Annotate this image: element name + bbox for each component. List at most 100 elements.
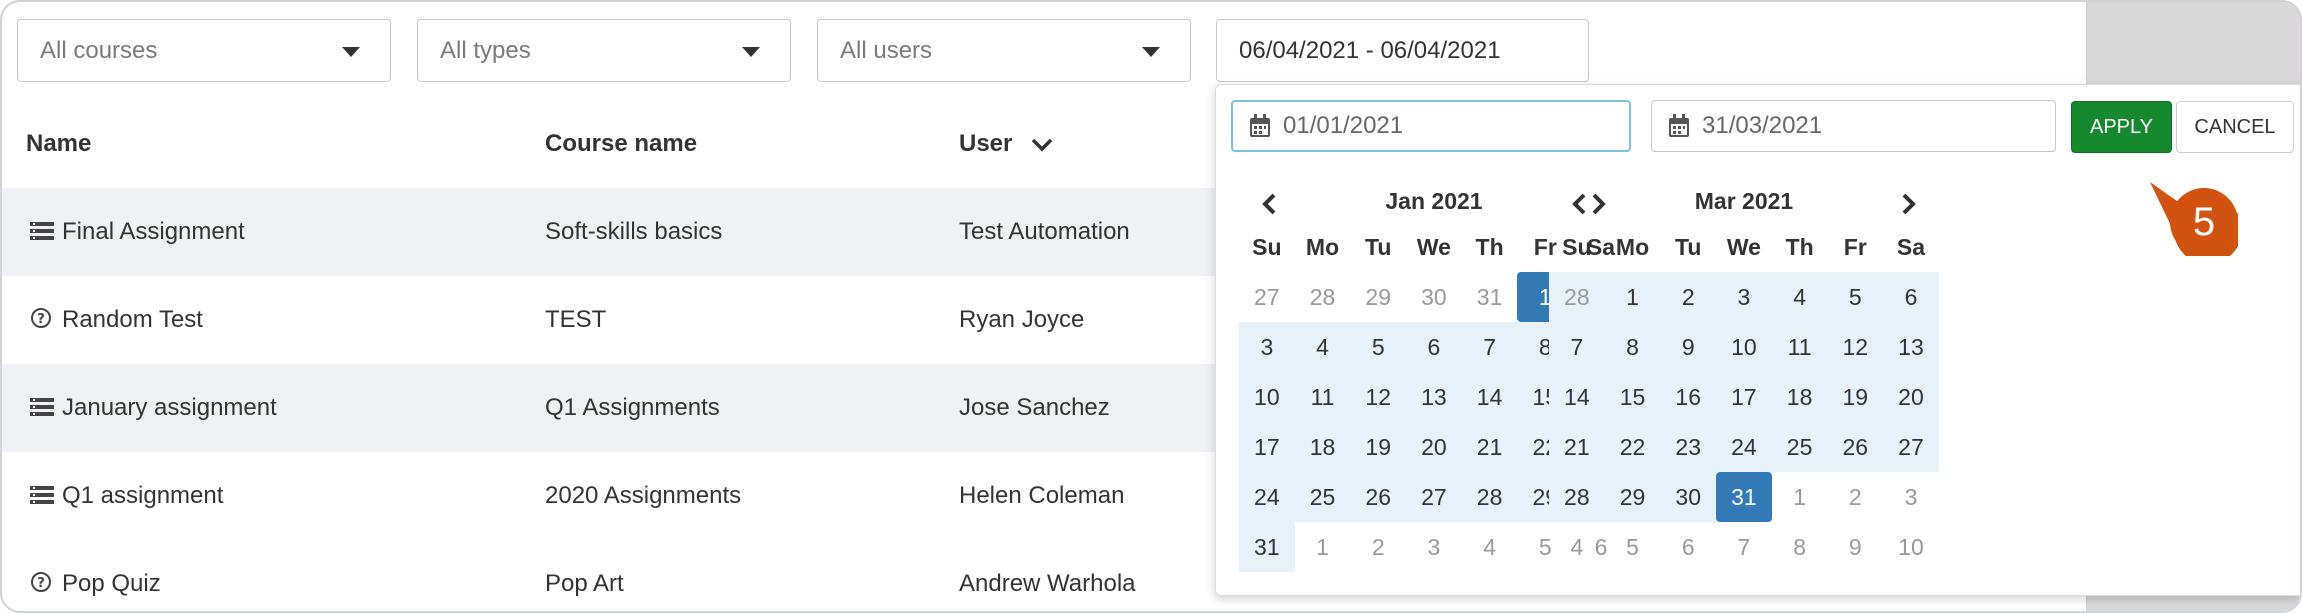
calendar-day[interactable]: 3 <box>1883 472 1939 522</box>
calendar-day[interactable]: 31 <box>1239 522 1295 572</box>
calendar-day[interactable]: 17 <box>1239 422 1295 472</box>
calendar-day[interactable]: 26 <box>1350 472 1407 522</box>
calendar-day[interactable]: 18 <box>1294 422 1351 472</box>
calendar-day[interactable]: 5 <box>1350 322 1407 372</box>
name-cell[interactable]: January assignment <box>30 394 277 424</box>
row-course: Q1 Assignments <box>545 394 720 421</box>
calendar-day[interactable]: 1 <box>1604 272 1661 322</box>
calendar-day[interactable]: 22 <box>1604 422 1661 472</box>
calendar-day[interactable]: 27 <box>1239 272 1295 322</box>
calendar-day[interactable]: 10 <box>1239 372 1295 422</box>
calendar-day[interactable]: 16 <box>1660 372 1717 422</box>
calendar-day[interactable]: 8 <box>1604 322 1661 372</box>
column-header-course[interactable]: Course name <box>545 130 697 158</box>
calendar-day[interactable]: 14 <box>1549 372 1605 422</box>
calendar-day[interactable]: 4 <box>1294 322 1351 372</box>
calendar-day[interactable]: 3 <box>1406 522 1462 572</box>
calendar-day[interactable]: 5 <box>1605 522 1661 572</box>
calendar-day[interactable]: 23 <box>1660 422 1717 472</box>
calendar-day[interactable]: 8 <box>1772 522 1828 572</box>
calendar-day[interactable]: 19 <box>1350 422 1407 472</box>
calendar-day[interactable]: 29 <box>1604 472 1661 522</box>
apply-button[interactable]: APPLY <box>2071 101 2172 153</box>
courses-filter[interactable]: All courses <box>17 19 391 82</box>
calendar-day[interactable]: 3 <box>1239 322 1295 372</box>
calendar-day[interactable]: 20 <box>1406 422 1462 472</box>
calendar-day[interactable]: 2 <box>1350 522 1406 572</box>
calendar-day[interactable]: 1 <box>1772 472 1828 522</box>
calendar-day[interactable]: 13 <box>1406 372 1462 422</box>
column-header-name[interactable]: Name <box>26 130 91 158</box>
calendar-day[interactable]: 7 <box>1716 522 1772 572</box>
calendar-day[interactable]: 21 <box>1549 422 1605 472</box>
calendar-day[interactable]: 4 <box>1462 522 1518 572</box>
calendar-day[interactable]: 17 <box>1716 372 1772 422</box>
calendar-day[interactable]: 21 <box>1461 422 1518 472</box>
weekday-row: Su Mo Tu We Th Fr Sa <box>1549 222 1939 272</box>
calendar-day[interactable]: 2 <box>1660 272 1717 322</box>
chevron-right-icon[interactable] <box>1895 188 1921 215</box>
calendar-day[interactable]: 11 <box>1294 372 1351 422</box>
date-range-filter[interactable]: 06/04/2021 - 06/04/2021 <box>1216 19 1589 82</box>
calendar-day[interactable]: 19 <box>1827 372 1884 422</box>
calendar-day[interactable]: 12 <box>1827 322 1884 372</box>
calendar-day[interactable]: 25 <box>1294 472 1351 522</box>
name-cell[interactable]: ? Random Test <box>30 306 203 336</box>
calendar-day[interactable]: 13 <box>1883 322 1939 372</box>
calendar-day[interactable]: 24 <box>1239 472 1295 522</box>
row-user: Helen Coleman <box>959 482 1125 509</box>
calendar-day[interactable]: 29 <box>1350 272 1406 322</box>
column-header-user[interactable]: User <box>959 130 1053 159</box>
users-filter[interactable]: All users <box>817 19 1191 82</box>
calendar-day[interactable]: 27 <box>1406 472 1462 522</box>
calendar-day[interactable]: 7 <box>1461 322 1518 372</box>
calendar-day[interactable]: 10 <box>1716 322 1772 372</box>
calendar-day[interactable]: 1 <box>1295 522 1351 572</box>
weekday-label: We <box>1416 233 1451 260</box>
types-filter[interactable]: All types <box>417 19 791 82</box>
calendar-day[interactable]: 11 <box>1771 322 1828 372</box>
calendar-day[interactable]: 6 <box>1660 522 1716 572</box>
calendar-day[interactable]: 5 <box>1827 272 1884 322</box>
calendar-day-selected[interactable]: 31 <box>1716 472 1772 522</box>
calendar-day[interactable]: 9 <box>1827 522 1883 572</box>
calendar-day[interactable]: 10 <box>1883 522 1939 572</box>
calendar-day[interactable]: 28 <box>1549 272 1605 322</box>
calendar-day[interactable]: 4 <box>1549 522 1605 572</box>
name-cell[interactable]: Q1 assignment <box>30 482 223 512</box>
calendar-day[interactable]: 24 <box>1716 422 1772 472</box>
name-cell[interactable]: Final Assignment <box>30 218 245 248</box>
chevron-left-icon[interactable] <box>1567 188 1593 215</box>
calendar-day[interactable]: 26 <box>1827 422 1884 472</box>
chevron-left-icon[interactable] <box>1257 188 1283 215</box>
name-cell[interactable]: ? Pop Quiz <box>30 570 161 600</box>
calendar-day[interactable]: 27 <box>1883 422 1939 472</box>
sort-chevron-down-icon[interactable] <box>1031 131 1053 159</box>
chevron-down-icon <box>1142 47 1160 57</box>
calendar-day[interactable]: 15 <box>1604 372 1661 422</box>
calendar-day[interactable]: 28 <box>1549 472 1605 522</box>
calendar-day[interactable]: 28 <box>1461 472 1518 522</box>
calendar-day[interactable]: 2 <box>1827 472 1883 522</box>
calendar-day[interactable]: 9 <box>1660 322 1717 372</box>
calendar-day[interactable]: 14 <box>1461 372 1518 422</box>
courses-filter-label: All courses <box>40 36 158 64</box>
cancel-button[interactable]: CANCEL <box>2176 101 2294 153</box>
calendar-day[interactable]: 3 <box>1716 272 1772 322</box>
calendar-day[interactable]: 6 <box>1883 272 1939 322</box>
calendar-day[interactable]: 30 <box>1406 272 1462 322</box>
weekday-label: Mo <box>1615 233 1650 260</box>
chevron-down-icon <box>342 47 360 57</box>
calendar-day[interactable]: 28 <box>1295 272 1351 322</box>
calendar-day[interactable]: 12 <box>1350 372 1407 422</box>
calendar-day[interactable]: 6 <box>1406 322 1462 372</box>
end-date-input[interactable]: 31/03/2021 <box>1651 100 2056 152</box>
calendar-day[interactable]: 20 <box>1883 372 1939 422</box>
calendar-day[interactable]: 18 <box>1771 372 1828 422</box>
calendar-day[interactable]: 30 <box>1660 472 1717 522</box>
calendar-day[interactable]: 25 <box>1771 422 1828 472</box>
calendar-day[interactable]: 31 <box>1462 272 1518 322</box>
calendar-day[interactable]: 7 <box>1549 322 1605 372</box>
calendar-day[interactable]: 4 <box>1771 272 1828 322</box>
start-date-input[interactable]: 01/01/2021 <box>1231 100 1631 152</box>
